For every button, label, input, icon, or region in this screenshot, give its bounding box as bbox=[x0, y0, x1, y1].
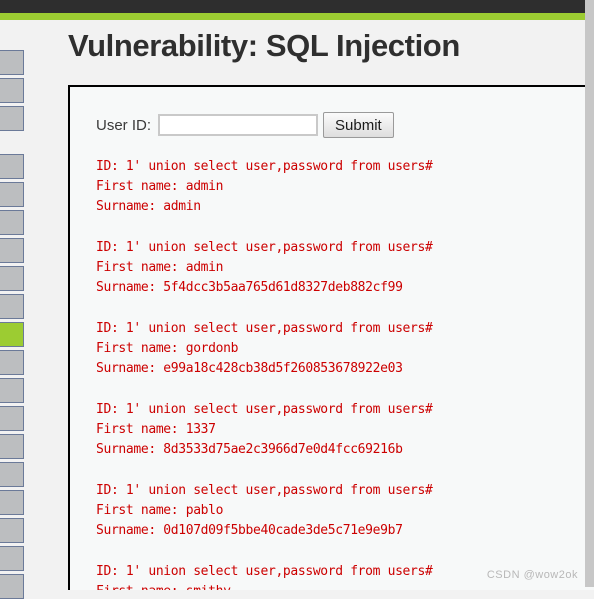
result-block: ID: 1' union select user,password from u… bbox=[96, 238, 594, 298]
result-first-name-line: First name: gordonb bbox=[96, 341, 239, 356]
result-id-line: ID: 1' union select user,password from u… bbox=[96, 159, 433, 174]
sidebar-nav-item-2[interactable] bbox=[0, 78, 24, 103]
result-id-line: ID: 1' union select user,password from u… bbox=[96, 321, 433, 336]
sidebar-nav-item-4[interactable] bbox=[0, 154, 24, 179]
result-first-name-line: First name: admin bbox=[96, 179, 224, 194]
sidebar-nav-item-3[interactable] bbox=[0, 106, 24, 131]
result-block: ID: 1' union select user,password from u… bbox=[96, 157, 594, 217]
sidebar-nav-item-18[interactable] bbox=[0, 546, 24, 571]
sidebar-nav-item-9[interactable] bbox=[0, 294, 24, 319]
submit-button[interactable]: Submit bbox=[323, 112, 394, 138]
sidebar-nav-item-11[interactable] bbox=[0, 350, 24, 375]
vulnerability-panel: User ID: Submit ID: 1' union select user… bbox=[68, 85, 594, 590]
sidebar-nav-item-1[interactable] bbox=[0, 50, 24, 75]
user-id-input[interactable] bbox=[158, 114, 319, 136]
result-surname-line: Surname: e99a18c428cb38d5f260853678922e0… bbox=[96, 361, 403, 376]
vertical-scrollbar[interactable] bbox=[585, 0, 594, 587]
page-title: Vulnerability: SQL Injection bbox=[68, 28, 460, 63]
user-id-label: User ID: bbox=[96, 116, 152, 134]
result-surname-line: Surname: 8d3533d75ae2c3966d7e0d4fcc69216… bbox=[96, 442, 403, 457]
sidebar-nav bbox=[0, 20, 30, 599]
result-first-name-line: First name: 1337 bbox=[96, 422, 216, 437]
result-block: ID: 1' union select user,password from u… bbox=[96, 400, 594, 460]
top-accent-bar bbox=[0, 13, 594, 20]
result-block: ID: 1' union select user,password from u… bbox=[96, 481, 594, 541]
result-block: ID: 1' union select user,password from u… bbox=[96, 319, 594, 379]
result-first-name-line: First name: pablo bbox=[96, 503, 224, 518]
sidebar-nav-item-16[interactable] bbox=[0, 490, 24, 515]
user-id-form: User ID: Submit bbox=[96, 112, 394, 138]
result-surname-line: Surname: 0d107d09f5bbe40cade3de5c71e9e9b… bbox=[96, 523, 403, 538]
main-content: Vulnerability: SQL Injection User ID: Su… bbox=[30, 20, 594, 590]
result-id-line: ID: 1' union select user,password from u… bbox=[96, 483, 433, 498]
top-dark-bar bbox=[0, 0, 594, 13]
result-surname-line: Surname: 5f4dcc3b5aa765d61d8327deb882cf9… bbox=[96, 280, 403, 295]
watermark: CSDN @wow2ok bbox=[486, 569, 578, 581]
sidebar-nav-item-7[interactable] bbox=[0, 238, 24, 263]
results-list: ID: 1' union select user,password from u… bbox=[96, 157, 594, 590]
sidebar-nav-item-5[interactable] bbox=[0, 182, 24, 207]
result-first-name-line: First name: smithy bbox=[96, 582, 594, 590]
sidebar-nav-item-6[interactable] bbox=[0, 210, 24, 235]
page-body: Vulnerability: SQL Injection User ID: Su… bbox=[0, 20, 594, 599]
sidebar-nav-item-8[interactable] bbox=[0, 266, 24, 291]
sidebar-nav-item-13[interactable] bbox=[0, 406, 24, 431]
sidebar-nav-item-12[interactable] bbox=[0, 378, 24, 403]
sidebar-nav-item-14[interactable] bbox=[0, 434, 24, 459]
result-surname-line: Surname: admin bbox=[96, 199, 201, 214]
sidebar-nav-item-17[interactable] bbox=[0, 518, 24, 543]
sidebar-nav-item-15[interactable] bbox=[0, 462, 24, 487]
sidebar-nav-item-10[interactable] bbox=[0, 322, 24, 347]
result-first-name-line: First name: admin bbox=[96, 260, 224, 275]
result-id-line: ID: 1' union select user,password from u… bbox=[96, 240, 433, 255]
result-id-line: ID: 1' union select user,password from u… bbox=[96, 402, 433, 417]
